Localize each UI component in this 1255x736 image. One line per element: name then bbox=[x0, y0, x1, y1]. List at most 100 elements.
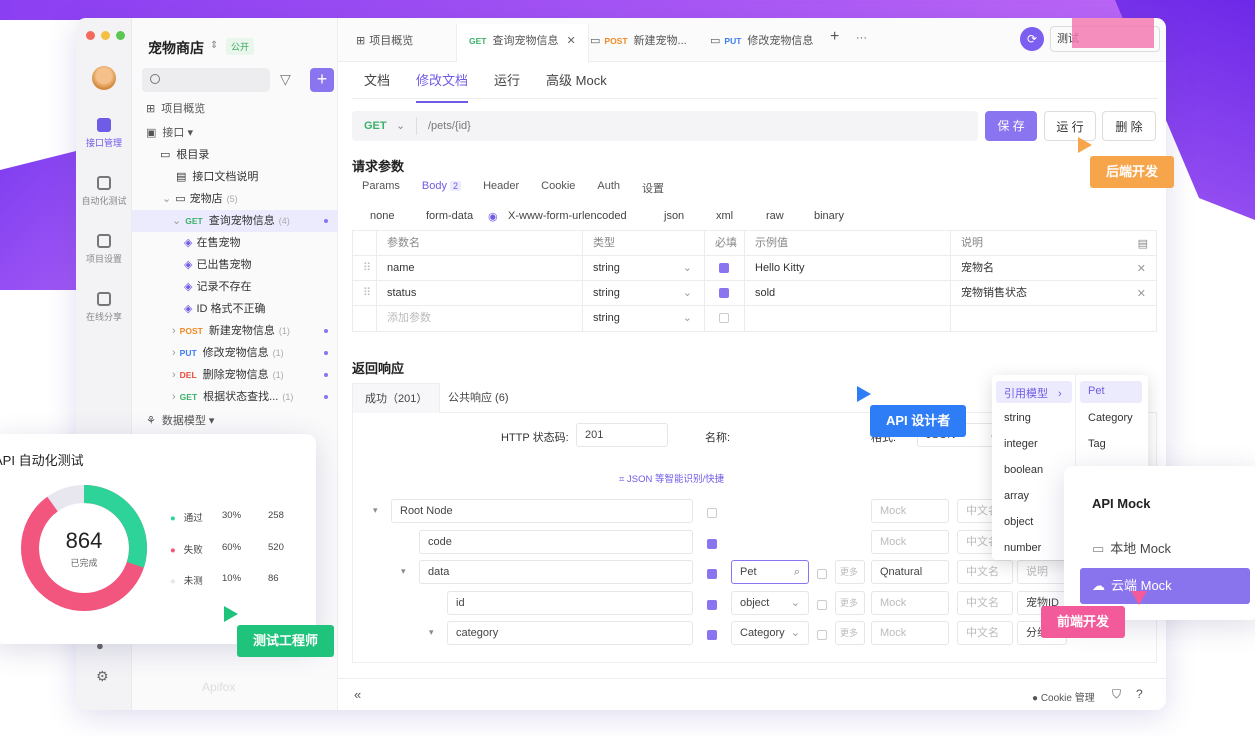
close-icon[interactable]: ✕ bbox=[1137, 287, 1146, 300]
dropdown-item[interactable]: number bbox=[1004, 542, 1041, 554]
project-name[interactable]: 宠物商店 bbox=[148, 38, 204, 58]
add-tab-button[interactable]: + bbox=[830, 28, 839, 46]
tree-item[interactable]: › GET 根据状态查找... (1) bbox=[132, 386, 338, 408]
tree-doc[interactable]: ▤ 接口文档说明 bbox=[132, 166, 338, 188]
minimize-dot[interactable] bbox=[101, 31, 110, 40]
type-select[interactable]: object ⌄ bbox=[731, 591, 809, 615]
radio-xml[interactable]: xml bbox=[716, 210, 733, 222]
add-param-input[interactable]: 添加参数 bbox=[377, 306, 583, 331]
option-checkbox[interactable] bbox=[817, 597, 827, 611]
required-checkbox[interactable] bbox=[705, 306, 745, 331]
tab-settings[interactable]: 设置 bbox=[642, 180, 664, 196]
tab-post-pet[interactable]: ▭ POST 新建宠物... bbox=[590, 32, 687, 48]
url-bar[interactable]: GET ⌄ /pets/{id} bbox=[352, 111, 978, 141]
tab-auth[interactable]: Auth bbox=[597, 180, 620, 196]
bulk-edit-icon[interactable]: ▤ bbox=[1138, 237, 1148, 250]
close-dot[interactable] bbox=[86, 31, 95, 40]
cn-name-input[interactable]: 中文名 bbox=[957, 621, 1013, 645]
help-icon[interactable]: ? bbox=[1136, 687, 1143, 701]
radio-urlencoded[interactable]: X-www-form-urlencoded bbox=[508, 210, 627, 222]
http-status-input[interactable]: 201 bbox=[576, 423, 668, 447]
type-select[interactable]: string ⌄ bbox=[583, 306, 705, 331]
mock-input[interactable]: Mock bbox=[871, 591, 949, 615]
tab-success[interactable]: 成功（201） bbox=[352, 383, 441, 413]
local-mock-item[interactable]: ▭ 本地 Mock bbox=[1092, 538, 1171, 557]
radio-raw[interactable]: raw bbox=[766, 210, 784, 222]
tab-common[interactable]: 公共响应 (6) bbox=[436, 383, 521, 413]
tree-api[interactable]: ▣ 接口 ▾ bbox=[132, 122, 338, 144]
schema-required-checkbox[interactable] bbox=[707, 536, 717, 550]
tab-cookie[interactable]: Cookie bbox=[541, 180, 575, 196]
model-item[interactable]: Tag bbox=[1088, 438, 1106, 450]
desc-input[interactable]: 说明 bbox=[1017, 560, 1067, 584]
option-checkbox[interactable] bbox=[817, 566, 827, 580]
tab-get-pet[interactable]: GET 查询宠物信息 ✕ bbox=[456, 24, 589, 62]
method-select[interactable]: GET bbox=[364, 111, 387, 141]
dropdown-item-ref-model[interactable]: 引用模型 › bbox=[1004, 385, 1062, 401]
dropdown-item[interactable]: integer bbox=[1004, 438, 1038, 450]
schema-node-name[interactable]: code bbox=[419, 530, 693, 554]
schema-node-name[interactable]: data bbox=[419, 560, 693, 584]
model-item[interactable]: Category bbox=[1088, 412, 1133, 424]
tab-header[interactable]: Header bbox=[483, 180, 519, 196]
sync-icon[interactable]: ⟳ bbox=[1020, 27, 1044, 51]
tree-item[interactable]: › DEL 删除宠物信息 (1) bbox=[132, 364, 338, 386]
type-select[interactable]: string ⌄ bbox=[583, 256, 705, 281]
cn-name-input[interactable]: 中文名 bbox=[957, 560, 1013, 584]
radio-json[interactable]: json bbox=[664, 210, 684, 222]
tree-item[interactable]: ⌄ GET 查询宠物信息 (4) bbox=[132, 210, 338, 232]
schema-required-checkbox[interactable] bbox=[707, 566, 717, 580]
dropdown-item[interactable]: array bbox=[1004, 490, 1029, 502]
tree-item[interactable]: › PUT 修改宠物信息 (1) bbox=[132, 342, 338, 364]
filter-icon[interactable]: ▽ bbox=[280, 71, 296, 87]
tree-overview[interactable]: ⊞ 项目概览 bbox=[132, 98, 338, 120]
chevron-down-icon[interactable]: ▾ bbox=[401, 566, 406, 577]
tree-item[interactable]: ◈ 在售宠物 bbox=[132, 232, 338, 254]
close-icon[interactable]: ✕ bbox=[1137, 262, 1146, 275]
type-search-input[interactable]: Pet ⌕ bbox=[731, 560, 809, 584]
drag-handle[interactable]: ⠿ bbox=[353, 256, 377, 281]
type-select[interactable]: Category ⌄ bbox=[731, 621, 809, 645]
drag-handle[interactable]: ⠿ bbox=[353, 281, 377, 306]
shirt-icon[interactable]: ⛉ bbox=[1112, 687, 1121, 702]
save-button[interactable]: 保 存 bbox=[985, 111, 1037, 141]
required-checkbox[interactable] bbox=[705, 256, 745, 281]
schema-node-name[interactable]: id bbox=[447, 591, 693, 615]
tree-item[interactable]: › POST 新建宠物信息 (1) bbox=[132, 320, 338, 342]
tree-item[interactable]: ◈ 已出售宠物 bbox=[132, 254, 338, 276]
radio-none[interactable]: none bbox=[370, 210, 394, 222]
search-input[interactable] bbox=[142, 68, 270, 92]
type-select[interactable]: string ⌄ bbox=[583, 281, 705, 306]
tree-item[interactable]: ◈ 记录不存在 bbox=[132, 276, 338, 298]
dropdown-item[interactable]: string bbox=[1004, 412, 1031, 424]
tree-root[interactable]: ▭ 根目录 bbox=[132, 144, 338, 166]
smart-detect-link[interactable]: ⌗ JSON 等智能识别/快捷 bbox=[619, 471, 724, 485]
delete-button[interactable]: 删 除 bbox=[1102, 111, 1156, 141]
rail-item-autotest[interactable]: 自动化测试 bbox=[76, 176, 132, 207]
dropdown-item[interactable]: object bbox=[1004, 516, 1033, 528]
more-button[interactable]: 更多 bbox=[835, 560, 865, 584]
tree-models[interactable]: ⚘ 数据模型 ▾ bbox=[132, 410, 338, 432]
schema-required-checkbox[interactable] bbox=[707, 505, 717, 519]
tab-params[interactable]: Params bbox=[362, 180, 400, 196]
tab-overview[interactable]: ⊞ 项目概览 bbox=[356, 32, 413, 48]
add-button[interactable]: + bbox=[310, 68, 334, 92]
tab-put-pet[interactable]: ▭ PUT 修改宠物信息 bbox=[710, 32, 813, 48]
mock-input[interactable]: Mock bbox=[871, 499, 949, 523]
cloud-mock-item[interactable]: ☁ 云端 Mock bbox=[1080, 568, 1250, 604]
schema-required-checkbox[interactable] bbox=[707, 627, 717, 641]
dropdown-item[interactable]: boolean bbox=[1004, 464, 1043, 476]
cn-name-input[interactable]: 中文名 bbox=[957, 591, 1013, 615]
required-checkbox[interactable] bbox=[705, 281, 745, 306]
model-item[interactable]: Pet bbox=[1088, 385, 1105, 397]
gear-icon[interactable]: ⚙ bbox=[96, 668, 109, 685]
rail-item-api[interactable]: 接口管理 bbox=[76, 118, 132, 149]
close-icon[interactable]: ✕ bbox=[566, 35, 575, 47]
switch-icon[interactable]: ⇕ bbox=[210, 40, 218, 51]
more-button[interactable]: 更多 bbox=[835, 591, 865, 615]
mock-input[interactable]: Qnatural bbox=[871, 560, 949, 584]
url-path[interactable]: /pets/{id} bbox=[428, 111, 471, 141]
tree-folder[interactable]: ⌄ ▭ 宠物店 (5) bbox=[132, 188, 338, 210]
chevron-down-icon[interactable]: ▾ bbox=[373, 505, 378, 516]
rail-item-share[interactable]: 在线分享 bbox=[76, 292, 132, 323]
